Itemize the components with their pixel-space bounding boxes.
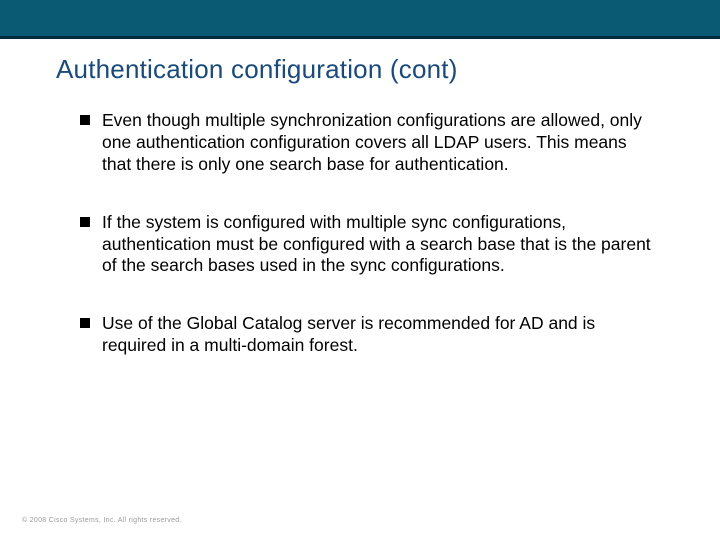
bullet-text: If the system is configured with multipl… — [102, 212, 660, 278]
square-bullet-icon — [80, 217, 90, 227]
square-bullet-icon — [80, 115, 90, 125]
list-item: Use of the Global Catalog server is reco… — [80, 313, 660, 357]
list-item: Even though multiple synchronization con… — [80, 110, 660, 176]
bullet-text: Even though multiple synchronization con… — [102, 110, 660, 176]
bullet-text: Use of the Global Catalog server is reco… — [102, 313, 660, 357]
slide-title: Authentication configuration (cont) — [56, 54, 680, 85]
slide-body: Even though multiple synchronization con… — [80, 110, 660, 393]
footer-copyright: © 2008 Cisco Systems, Inc. All rights re… — [22, 517, 182, 524]
list-item: If the system is configured with multipl… — [80, 212, 660, 278]
slide: Authentication configuration (cont) Even… — [0, 0, 720, 540]
square-bullet-icon — [80, 318, 90, 328]
header-band — [0, 0, 720, 36]
